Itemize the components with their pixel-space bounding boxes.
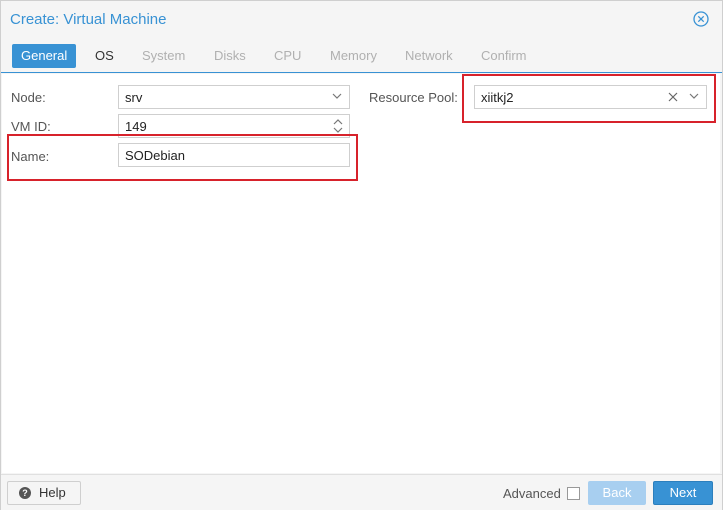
tab-disks: Disks (214, 48, 246, 63)
tab-confirm: Confirm (481, 48, 527, 63)
question-circle-icon: ? (19, 487, 31, 499)
close-icon[interactable] (693, 11, 709, 27)
tab-os[interactable]: OS (86, 44, 123, 68)
tab-cpu: CPU (274, 48, 302, 63)
tab-memory: Memory (330, 48, 377, 63)
chevron-down-icon[interactable] (331, 89, 343, 103)
node-label: Node: (11, 90, 46, 105)
spinner-arrows-icon[interactable] (332, 116, 344, 136)
tab-network: Network (405, 48, 453, 63)
help-button-label: Help (39, 485, 66, 500)
pool-label: Resource Pool: (369, 90, 458, 105)
back-button[interactable]: Back (588, 481, 646, 505)
wizard-tabs: General OS System Disks CPU Memory Netwo… (1, 38, 722, 73)
create-vm-dialog: Create: Virtual Machine General OS Syste… (0, 0, 723, 510)
advanced-checkbox[interactable] (567, 487, 580, 500)
name-highlight-box (7, 134, 358, 181)
vmid-value: 149 (125, 119, 147, 134)
next-button[interactable]: Next (653, 481, 713, 505)
dialog-titlebar: Create: Virtual Machine (1, 1, 722, 38)
tab-general[interactable]: General (12, 44, 77, 68)
node-value: srv (125, 90, 143, 105)
help-button[interactable]: ? Help (7, 481, 81, 505)
advanced-label: Advanced (503, 486, 561, 501)
tab-system: System (142, 48, 186, 63)
pool-highlight-box (462, 74, 716, 123)
dialog-title: Create: Virtual Machine (10, 11, 167, 28)
vmid-label: VM ID: (11, 119, 51, 134)
dialog-footer: ? Help Advanced Back Next (1, 474, 722, 510)
node-select[interactable]: srv (118, 85, 350, 109)
